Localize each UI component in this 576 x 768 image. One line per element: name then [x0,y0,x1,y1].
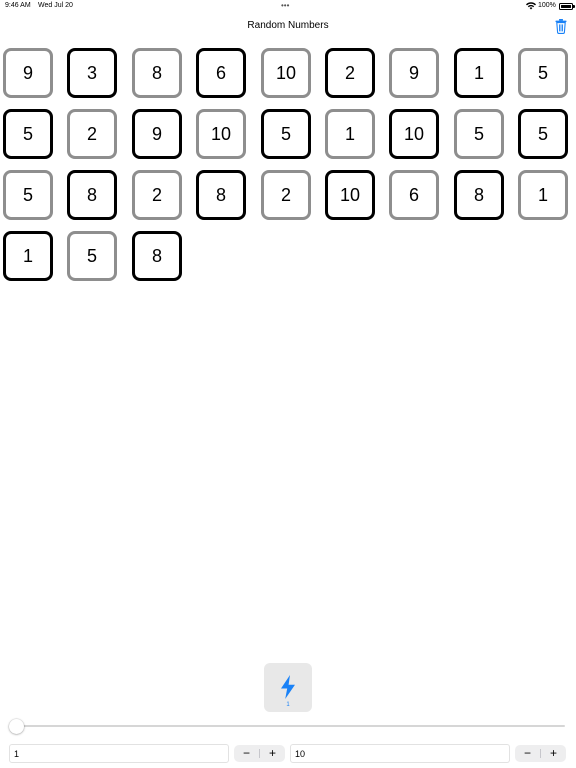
number-value: 2 [344,62,355,83]
number-tile[interactable]: 2 [67,109,117,159]
number-value: 8 [151,245,162,266]
min-increment-button[interactable]: + [260,745,285,762]
number-value: 1 [22,245,33,266]
number-tile[interactable]: 1 [3,231,53,281]
number-tile[interactable]: 8 [132,48,182,98]
number-tile[interactable]: 9 [132,109,182,159]
number-tile[interactable]: 1 [325,109,375,159]
number-value: 2 [151,184,162,205]
number-value: 3 [86,62,97,83]
max-value-stepper: − + [515,745,566,762]
number-tile[interactable]: 5 [67,231,117,281]
count-slider-track[interactable] [17,725,565,727]
number-tile[interactable]: 3 [67,48,117,98]
number-value: 9 [22,62,33,83]
number-tile[interactable]: 6 [196,48,246,98]
number-value: 5 [86,245,97,266]
number-tile[interactable]: 8 [67,170,117,220]
number-tile[interactable]: 2 [325,48,375,98]
battery-percentage: 100% [538,2,556,9]
number-value: 10 [210,123,232,144]
number-value: 6 [408,184,419,205]
number-tile[interactable]: 2 [261,170,311,220]
number-value: 2 [280,184,291,205]
number-tile[interactable]: 10 [325,170,375,220]
number-tile[interactable]: 8 [196,170,246,220]
number-value: 6 [215,62,226,83]
status-date: Wed Jul 20 [38,2,73,9]
number-value: 2 [86,123,97,144]
max-increment-button[interactable]: + [541,745,566,762]
number-value: 8 [86,184,97,205]
number-value: 8 [473,184,484,205]
trash-icon[interactable] [554,18,568,34]
generate-button[interactable]: 1 [264,663,312,712]
number-tile[interactable]: 5 [3,170,53,220]
page-title: Random Numbers [247,20,329,31]
wifi-icon [526,2,536,10]
number-tile[interactable]: 2 [132,170,182,220]
min-decrement-button[interactable]: − [234,745,259,762]
bolt-icon [281,675,295,699]
number-tile[interactable]: 10 [389,109,439,159]
number-tile[interactable]: 5 [454,109,504,159]
number-value: 5 [537,62,548,83]
number-value: 9 [408,62,419,83]
multitasking-dots-icon[interactable]: ••• [281,2,289,10]
number-value: 5 [280,123,291,144]
number-value: 5 [537,123,548,144]
number-value: 10 [339,184,361,205]
number-value: 5 [22,123,33,144]
status-time: 9:46 AM [5,2,31,9]
number-value: 5 [22,184,33,205]
number-tile[interactable]: 10 [196,109,246,159]
count-slider-thumb[interactable] [9,719,24,734]
number-tile[interactable]: 5 [518,109,568,159]
number-value: 10 [403,123,425,144]
number-tile[interactable]: 5 [518,48,568,98]
number-tile[interactable]: 1 [454,48,504,98]
number-value: 1 [473,62,484,83]
number-tile[interactable]: 10 [261,48,311,98]
number-value: 5 [473,123,484,144]
min-value-stepper: − + [234,745,285,762]
max-value-field[interactable] [290,744,510,763]
number-tile[interactable]: 5 [3,109,53,159]
number-value: 8 [215,184,226,205]
number-tile[interactable]: 8 [132,231,182,281]
number-tile[interactable]: 9 [3,48,53,98]
status-bar: 9:46 AM Wed Jul 20 ••• 100% [0,0,576,14]
number-value: 10 [275,62,297,83]
number-value: 8 [151,62,162,83]
number-tile[interactable]: 8 [454,170,504,220]
battery-icon [559,3,573,10]
min-value-field[interactable] [9,744,229,763]
number-value: 1 [537,184,548,205]
number-tile[interactable]: 6 [389,170,439,220]
number-tile[interactable]: 1 [518,170,568,220]
number-value: 1 [344,123,355,144]
generate-count: 1 [286,702,290,708]
number-tile[interactable]: 5 [261,109,311,159]
max-decrement-button[interactable]: − [515,745,540,762]
battery-tip [573,5,575,8]
number-value: 9 [151,123,162,144]
number-tile[interactable]: 9 [389,48,439,98]
